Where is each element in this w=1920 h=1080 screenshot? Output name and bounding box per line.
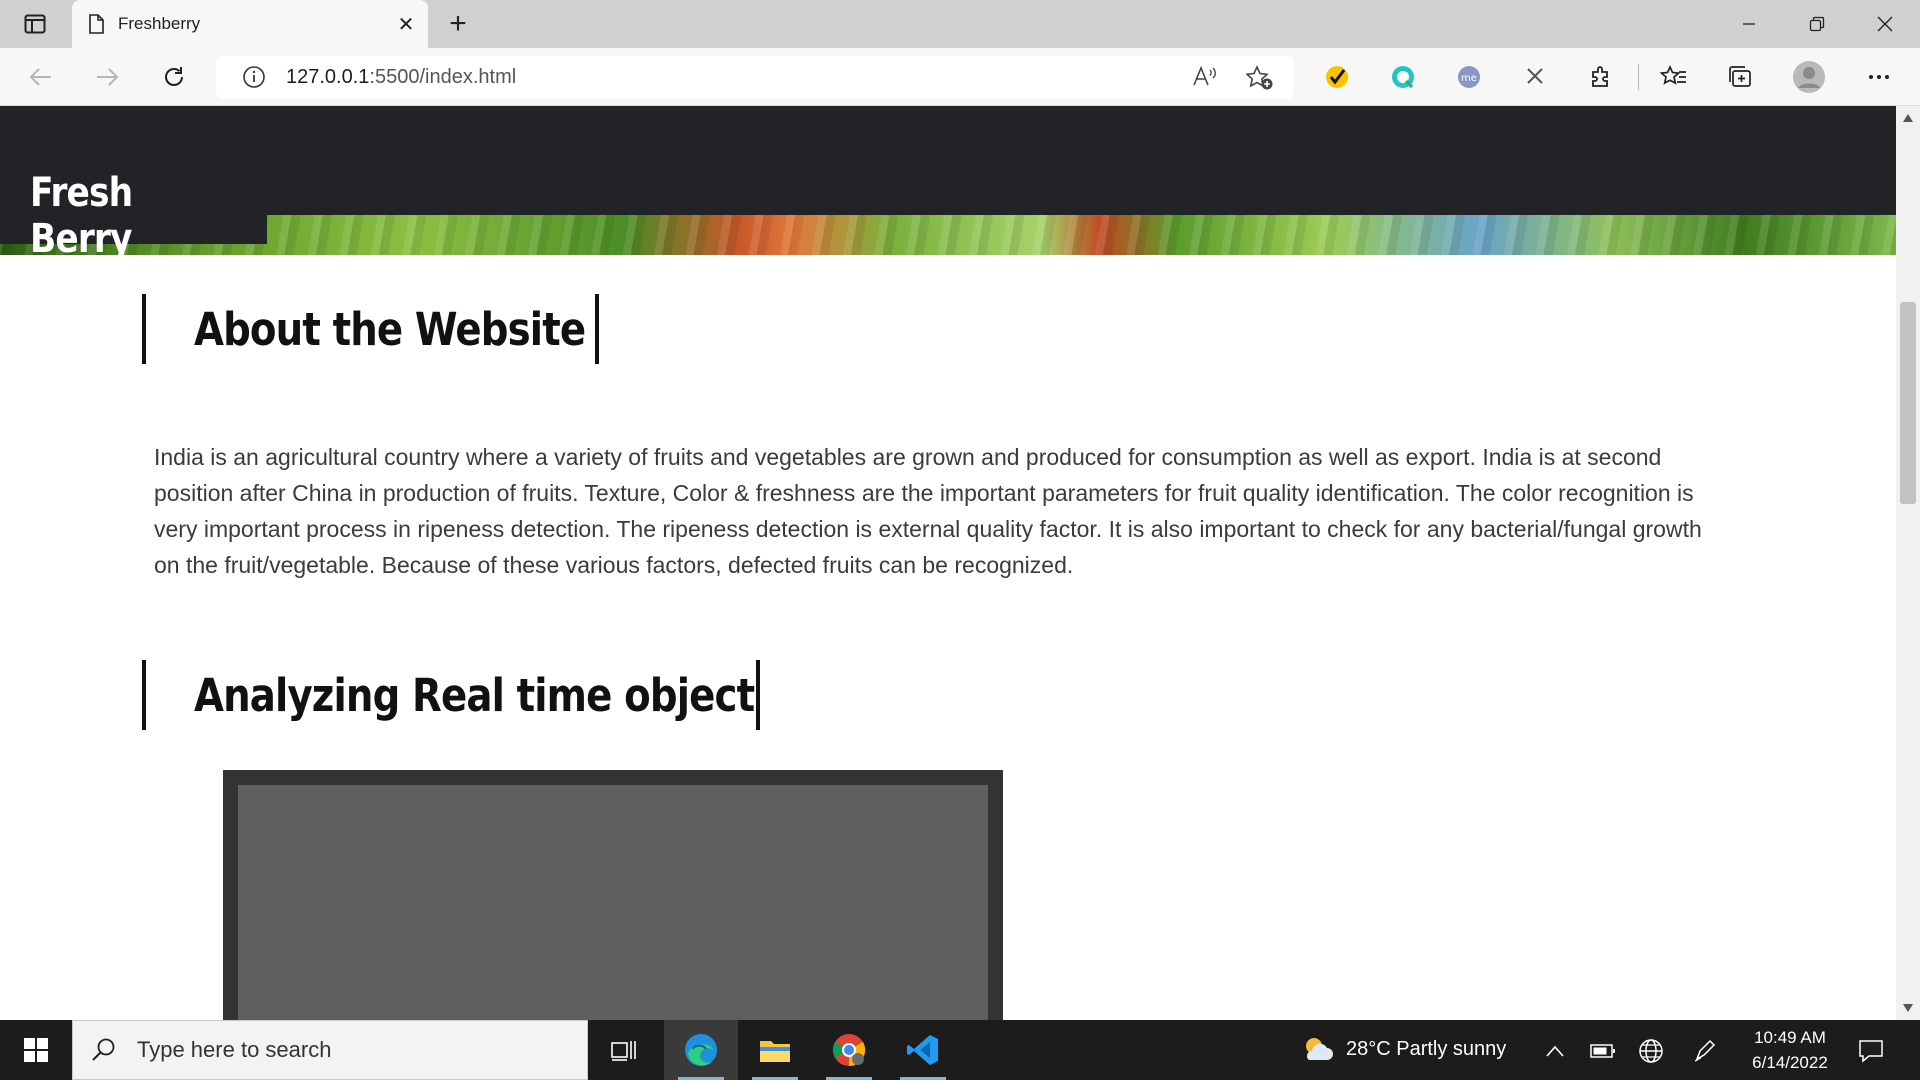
add-favorite-icon[interactable] [1246, 65, 1274, 91]
taskbar-chrome[interactable] [812, 1020, 886, 1080]
weather-text[interactable]: 28°C Partly sunny [1346, 1038, 1506, 1061]
back-button[interactable] [22, 59, 60, 95]
brand-box: Fresh Berry [0, 106, 267, 262]
notifications-icon[interactable] [1856, 1036, 1886, 1066]
windows-logo-icon [24, 1038, 48, 1062]
read-aloud-icon[interactable] [1192, 65, 1218, 89]
video-feed[interactable] [238, 785, 988, 1020]
battery-icon[interactable] [1590, 1038, 1616, 1064]
site-header [0, 106, 1896, 215]
chat-extension-icon[interactable] [1388, 62, 1418, 92]
scrollbar-thumb[interactable] [1900, 302, 1916, 504]
tab-freshberry[interactable]: Freshberry ✕ [72, 0, 428, 48]
vscode-icon [907, 1035, 938, 1065]
minimize-icon [1743, 23, 1755, 25]
analyze-heading-box: Analyzing Real time object [142, 660, 760, 730]
x-extension-icon[interactable] [1520, 62, 1550, 92]
chrome-icon [832, 1034, 866, 1067]
clock-date: 6/14/2022 [1752, 1053, 1828, 1072]
task-view-icon [611, 1041, 636, 1061]
new-tab-button[interactable]: + [440, 6, 476, 42]
edge-icon [685, 1034, 717, 1066]
norton-extension-icon[interactable] [1322, 62, 1352, 92]
svg-text:me: me [1461, 73, 1477, 84]
network-globe-icon[interactable] [1638, 1038, 1664, 1064]
forward-button[interactable] [88, 59, 126, 95]
profile-avatar[interactable] [1792, 60, 1826, 94]
refresh-icon [165, 67, 183, 86]
tab-actions-icon [24, 14, 46, 34]
me-extension-icon[interactable]: me [1454, 62, 1484, 92]
scroll-up-arrow-icon[interactable] [1902, 112, 1914, 124]
taskbar-search[interactable]: Type here to search [72, 1020, 588, 1080]
task-view-button[interactable] [588, 1020, 662, 1080]
page-scrollbar[interactable] [1896, 106, 1920, 1020]
weather-partly-sunny-icon[interactable] [1300, 1034, 1334, 1064]
browser-toolbar: 127.0.0.1:5500/index.html me [0, 48, 1920, 106]
browser-tab-bar: Freshberry ✕ + [0, 0, 1920, 48]
restore-button[interactable] [1784, 0, 1850, 48]
extensions-puzzle-icon[interactable] [1586, 62, 1616, 92]
minimize-button[interactable] [1716, 0, 1782, 48]
forward-arrow-icon [97, 68, 119, 86]
search-icon [92, 1038, 115, 1061]
tab-title: Freshberry [118, 14, 201, 33]
taskbar-file-explorer[interactable] [738, 1020, 812, 1080]
address-bar[interactable]: 127.0.0.1:5500/index.html [216, 56, 1294, 98]
page-icon [89, 14, 104, 34]
close-icon [1877, 16, 1893, 32]
back-arrow-icon [29, 68, 51, 86]
toolbar-divider [1638, 64, 1639, 90]
windows-taskbar: Type here to search 28°C Partly sunny 10… [0, 1020, 1920, 1080]
taskbar-vscode[interactable] [886, 1020, 960, 1080]
about-heading-box: About the Website [142, 294, 599, 364]
video-frame [223, 770, 1003, 1020]
more-menu-icon[interactable] [1864, 62, 1894, 92]
hero-image [0, 215, 1896, 255]
tab-actions-button[interactable] [18, 10, 52, 38]
restore-icon [1809, 16, 1825, 32]
analyze-heading: Analyzing Real time object [194, 668, 755, 722]
clock-time: 10:49 AM [1754, 1028, 1826, 1047]
taskbar-edge[interactable] [664, 1020, 738, 1080]
info-icon[interactable] [242, 65, 266, 89]
about-heading: About the Website [194, 302, 586, 356]
refresh-button[interactable] [155, 59, 193, 95]
scroll-down-arrow-icon[interactable] [1902, 1002, 1914, 1014]
url-text[interactable]: 127.0.0.1:5500/index.html [286, 66, 516, 89]
favorites-icon[interactable] [1659, 62, 1689, 92]
page-viewport: Fresh Berry About the Website India is a… [0, 106, 1896, 1020]
taskbar-clock[interactable]: 10:49 AM 6/14/2022 [1730, 1025, 1850, 1075]
close-window-button[interactable] [1852, 0, 1918, 48]
search-placeholder: Type here to search [137, 1037, 332, 1062]
site-brand[interactable]: Fresh Berry [30, 170, 234, 262]
about-paragraph: India is an agricultural country where a… [154, 444, 1702, 578]
url-host: 127.0.0.1 [286, 65, 370, 88]
url-path: :5500/index.html [369, 65, 517, 88]
pen-icon[interactable] [1692, 1038, 1718, 1064]
folder-icon [760, 1041, 790, 1062]
start-button[interactable] [0, 1020, 72, 1080]
tab-close-button[interactable]: ✕ [388, 6, 424, 42]
collections-icon[interactable] [1725, 62, 1755, 92]
show-hidden-icons-chevron-icon[interactable] [1542, 1038, 1568, 1064]
